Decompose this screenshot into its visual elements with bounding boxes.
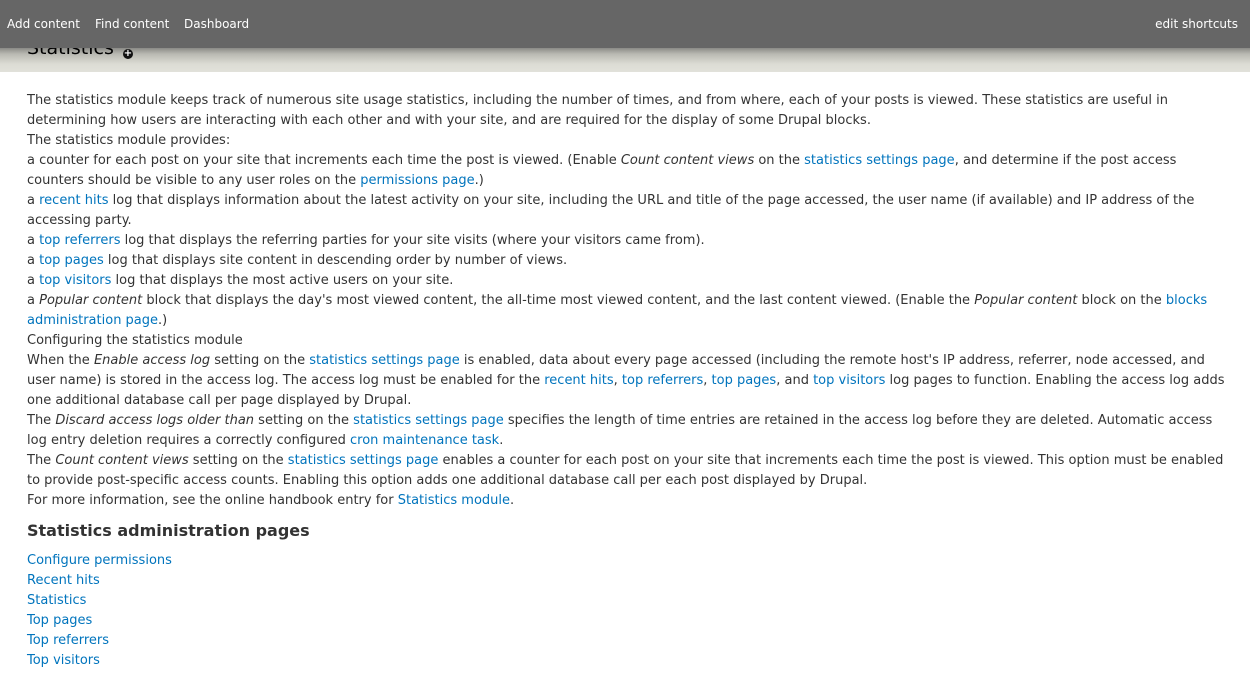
help-text-segment: The	[27, 453, 56, 468]
help-link[interactable]: statistics settings page	[288, 453, 439, 468]
help-link[interactable]: top visitors	[39, 273, 111, 288]
help-text-segment: a	[27, 233, 40, 248]
help-paragraph: The statistics module provides:	[27, 131, 1227, 151]
help-text-segment: setting on the	[188, 453, 288, 468]
help-text-segment: .)	[158, 313, 168, 328]
help-text-segment: log that displays the referring parties …	[120, 233, 705, 248]
admin-link-configure-permissions[interactable]: Configure permissions	[27, 551, 1227, 571]
help-text-segment: Configuring the statistics module	[27, 333, 243, 348]
admin-links-list: Configure permissions Recent hits Statisti…	[27, 551, 1227, 671]
help-link[interactable]: top visitors	[813, 373, 885, 388]
help-text-segment: setting on the	[254, 413, 354, 428]
help-link[interactable]: top pages	[712, 373, 777, 388]
admin-link-top-referrers[interactable]: Top referrers	[27, 631, 1227, 651]
shortcut-toolbar: Add content Find content Dashboard edit …	[0, 0, 1250, 48]
help-text-segment: setting on the	[210, 353, 310, 368]
help-link[interactable]: statistics settings page	[309, 353, 460, 368]
help-paragraph: The Count content views setting on the s…	[27, 451, 1227, 491]
help-link[interactable]: statistics settings page	[804, 153, 955, 168]
help-text-segment: a	[27, 193, 40, 208]
help-text-segment: The statistics module keeps track of num…	[27, 93, 1168, 128]
emphasized-text: Count content views	[620, 153, 755, 168]
help-paragraph: a top pages log that displays site conte…	[27, 251, 1227, 271]
help-text: The statistics module keeps track of num…	[27, 91, 1227, 511]
help-link[interactable]: recent hits	[544, 373, 613, 388]
emphasized-text: Popular content	[39, 293, 143, 308]
help-text-segment: The	[27, 413, 56, 428]
help-link[interactable]: cron maintenance task	[350, 433, 499, 448]
help-text-segment: For more information, see the online han…	[27, 493, 398, 508]
title-bar	[0, 48, 1250, 72]
help-text-segment: .	[510, 493, 515, 508]
shortcut-add-content[interactable]: Add content	[7, 17, 80, 31]
help-paragraph: The Discard access logs older than setti…	[27, 411, 1227, 451]
help-link[interactable]: top referrers	[622, 373, 703, 388]
help-text-segment: .	[499, 433, 504, 448]
admin-pages-heading: Statistics administration pages	[27, 521, 310, 540]
help-text-segment: block that displays the day's most viewe…	[142, 293, 975, 308]
shortcut-find-content[interactable]: Find content	[95, 17, 169, 31]
emphasized-text: Count content views	[55, 453, 189, 468]
help-text-segment: ,	[613, 373, 622, 388]
help-link[interactable]: permissions page	[360, 173, 474, 188]
admin-link-recent-hits[interactable]: Recent hits	[27, 571, 1227, 591]
help-link[interactable]: top pages	[39, 253, 104, 268]
help-text-segment: block on the	[1077, 293, 1166, 308]
help-paragraph: When the Enable access log setting on th…	[27, 351, 1227, 411]
help-text-segment: log that displays site content in descen…	[103, 253, 568, 268]
help-paragraph: Configuring the statistics module	[27, 331, 1227, 351]
help-text-segment: a counter for each post on your site tha…	[27, 153, 621, 168]
help-link[interactable]: Statistics module	[398, 493, 510, 508]
help-text-segment: a	[27, 273, 40, 288]
emphasized-text: Enable access log	[93, 353, 211, 368]
help-text-segment: on the	[754, 153, 805, 168]
help-link[interactable]: top referrers	[39, 233, 120, 248]
help-paragraph: The statistics module keeps track of num…	[27, 91, 1227, 131]
help-text-segment: log that displays information about the …	[27, 193, 1195, 228]
help-paragraph: For more information, see the online han…	[27, 491, 1227, 511]
help-paragraph: a counter for each post on your site tha…	[27, 151, 1227, 191]
plus-circle-icon[interactable]: +	[123, 49, 133, 59]
admin-link-top-visitors[interactable]: Top visitors	[27, 651, 1227, 671]
help-paragraph: a top visitors log that displays the mos…	[27, 271, 1227, 291]
edit-shortcuts-link[interactable]: edit shortcuts	[1155, 17, 1238, 31]
help-text-segment: a	[27, 253, 40, 268]
emphasized-text: Discard access logs older than	[55, 413, 255, 428]
emphasized-text: Popular content	[974, 293, 1078, 308]
help-text-segment: .)	[474, 173, 484, 188]
help-text-segment: , and	[776, 373, 814, 388]
help-paragraph: a Popular content block that displays th…	[27, 291, 1227, 331]
shortcut-dashboard[interactable]: Dashboard	[184, 17, 249, 31]
help-text-segment: When the	[27, 353, 94, 368]
main-content: The statistics module keeps track of num…	[27, 91, 1227, 671]
help-paragraph: a recent hits log that displays informat…	[27, 191, 1227, 231]
help-text-segment: The statistics module provides:	[27, 133, 231, 148]
help-text-segment: a	[27, 293, 40, 308]
help-link[interactable]: statistics settings page	[353, 413, 504, 428]
help-text-segment: log that displays the most active users …	[111, 273, 454, 288]
admin-link-top-pages[interactable]: Top pages	[27, 611, 1227, 631]
admin-link-statistics[interactable]: Statistics	[27, 591, 1227, 611]
help-text-segment: ,	[703, 373, 712, 388]
help-paragraph: a top referrers log that displays the re…	[27, 231, 1227, 251]
help-link[interactable]: recent hits	[39, 193, 108, 208]
